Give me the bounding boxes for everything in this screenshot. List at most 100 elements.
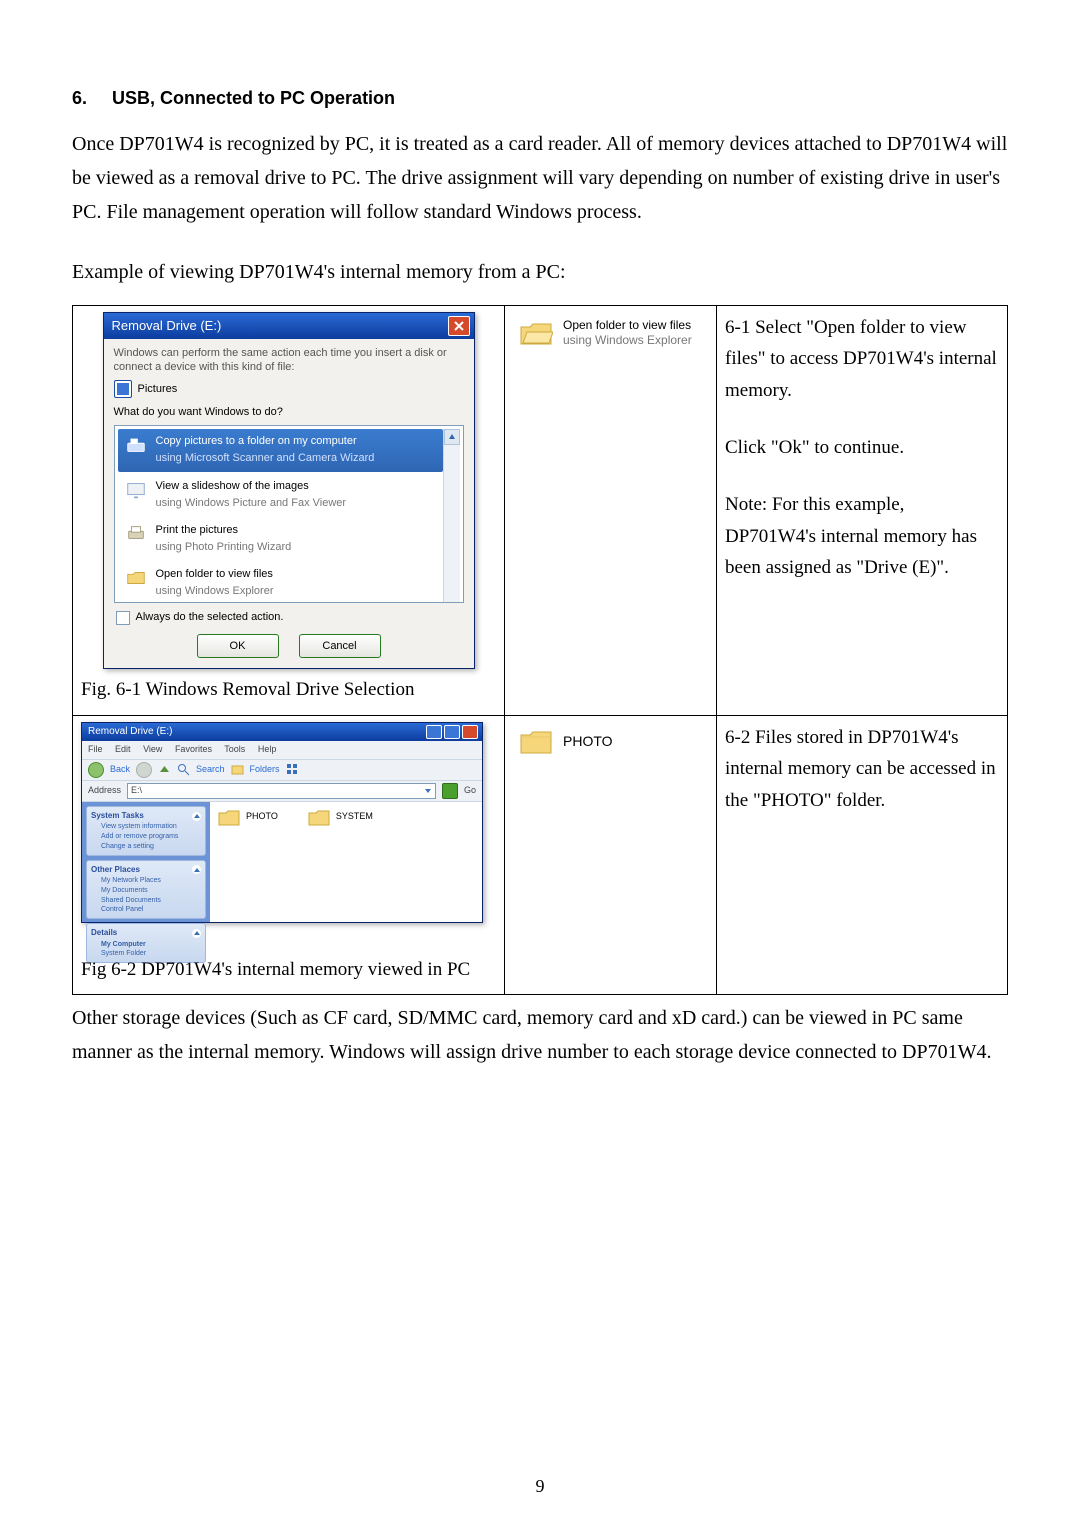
action-title: Open folder to view files: [156, 566, 274, 583]
section-number: 6.: [72, 85, 87, 113]
fig62-caption: Fig 6-2 DP701W4's internal memory viewed…: [81, 955, 496, 984]
step-6-1-p2: Click "Ok" to continue.: [725, 432, 999, 463]
close-button[interactable]: [462, 725, 478, 739]
panel-system-tasks: System Tasks View system information Add…: [86, 806, 206, 856]
content-folder-system[interactable]: SYSTEM: [308, 808, 373, 826]
cancel-label: Cancel: [322, 638, 356, 655]
go-label: Go: [464, 784, 476, 798]
page-number: 9: [0, 1473, 1080, 1501]
paragraph-intro: Once DP701W4 is recognized by PC, it is …: [72, 127, 1008, 229]
chevron-down-icon[interactable]: [424, 787, 432, 795]
action-copy-pictures[interactable]: Copy pictures to a folder on my computer…: [118, 429, 443, 471]
fig-6-2-cell: Removal Drive (E:) File Edit View Favori…: [73, 715, 505, 994]
ok-button[interactable]: OK: [197, 634, 279, 658]
explorer-titlebar: Removal Drive (E:): [82, 723, 482, 741]
fig-6-1-cell: Removal Drive (E:) Windows can perform t…: [73, 305, 505, 715]
address-label: Address: [88, 784, 121, 798]
maximize-button[interactable]: [444, 725, 460, 739]
autoplay-dialog: Removal Drive (E:) Windows can perform t…: [103, 312, 475, 670]
cancel-button[interactable]: Cancel: [299, 634, 381, 658]
close-icon: [454, 321, 464, 331]
paragraph-outro: Other storage devices (Such as CF card, …: [72, 1001, 1008, 1069]
folder-icon: [519, 728, 553, 756]
forward-button[interactable]: [136, 762, 152, 778]
slideshow-icon: [124, 478, 148, 502]
address-bar: Address E:\ Go: [82, 781, 482, 802]
open-folder-preview: Open folder to view files using Windows …: [519, 318, 708, 348]
folders-icon[interactable]: [231, 763, 244, 776]
printer-icon: [124, 522, 148, 546]
ok-label: OK: [230, 638, 246, 655]
list-scrollbar[interactable]: [443, 429, 460, 603]
panel-title: Other Places: [91, 864, 140, 876]
chevron-up-icon[interactable]: [192, 812, 201, 821]
step-6-2-p1: 6-2 Files stored in DP701W4's internal m…: [725, 722, 999, 816]
back-button[interactable]: [88, 762, 104, 778]
panel-title: Details: [91, 927, 117, 939]
close-button[interactable]: [448, 316, 470, 336]
chevron-up-icon[interactable]: [192, 929, 201, 938]
dialog-subtext: Windows can perform the same action each…: [114, 347, 464, 375]
menu-file[interactable]: File: [88, 744, 103, 754]
folder-icon: [308, 808, 330, 826]
address-field[interactable]: E:\: [127, 783, 436, 799]
back-label: Back: [110, 763, 130, 777]
panel-item[interactable]: Add or remove programs: [91, 832, 201, 842]
action-print-pictures[interactable]: Print the pictures using Photo Printing …: [118, 518, 443, 560]
menu-edit[interactable]: Edit: [115, 744, 131, 754]
scroll-up-icon[interactable]: [444, 429, 460, 445]
panel-title: System Tasks: [91, 810, 144, 822]
folder-icon: [218, 808, 240, 826]
action-sub: using Photo Printing Wizard: [156, 539, 292, 556]
checkbox[interactable]: [116, 611, 130, 625]
pictures-icon: [114, 380, 132, 398]
action-list: Copy pictures to a folder on my computer…: [114, 425, 464, 603]
explorer-menubar[interactable]: File Edit View Favorites Tools Help: [82, 741, 482, 760]
dialog-prompt: What do you want Windows to do?: [114, 404, 464, 421]
action-open-folder[interactable]: Open folder to view files using Windows …: [118, 562, 443, 604]
go-button[interactable]: [442, 783, 458, 799]
up-icon[interactable]: [158, 763, 171, 776]
section-title: USB, Connected to PC Operation: [112, 88, 395, 108]
search-label[interactable]: Search: [196, 763, 225, 777]
folder-label: SYSTEM: [336, 810, 373, 824]
panel-other-places: Other Places My Network Places My Docume…: [86, 860, 206, 920]
explorer-window: Removal Drive (E:) File Edit View Favori…: [81, 722, 483, 923]
panel-item[interactable]: My Network Places: [91, 876, 201, 886]
menu-favorites[interactable]: Favorites: [175, 744, 212, 754]
action-title: View a slideshow of the images: [156, 478, 347, 495]
fig61-caption: Fig. 6-1 Windows Removal Drive Selection: [81, 675, 496, 704]
panel-item[interactable]: Control Panel: [91, 905, 201, 915]
step-6-1-text: 6-1 Select "Open folder to view files" t…: [717, 305, 1008, 715]
c2-r2-label: PHOTO: [563, 733, 613, 751]
explorer-sidebar: System Tasks View system information Add…: [82, 802, 210, 922]
menu-view[interactable]: View: [143, 744, 162, 754]
folders-label[interactable]: Folders: [250, 763, 280, 777]
panel-item[interactable]: Shared Documents: [91, 896, 201, 906]
file-type-label: Pictures: [138, 381, 178, 398]
panel-item[interactable]: My Documents: [91, 886, 201, 896]
always-label: Always do the selected action.: [136, 609, 284, 626]
action-sub: using Windows Explorer: [156, 583, 274, 600]
content-folder-photo[interactable]: PHOTO: [218, 808, 278, 826]
views-icon[interactable]: [286, 763, 299, 776]
menu-tools[interactable]: Tools: [224, 744, 245, 754]
action-sub: using Microsoft Scanner and Camera Wizar…: [156, 450, 375, 467]
dialog-title: Removal Drive (E:): [112, 316, 222, 336]
search-icon[interactable]: [177, 763, 190, 776]
photo-folder-preview: PHOTO: [519, 728, 708, 756]
explorer-toolbar: Back Search Folders: [82, 760, 482, 781]
minimize-button[interactable]: [426, 725, 442, 739]
folder-open-icon: [124, 566, 148, 590]
panel-item[interactable]: View system information: [91, 822, 201, 832]
c2-r1-line2: using Windows Explorer: [563, 333, 692, 348]
panel-item[interactable]: Change a setting: [91, 842, 201, 852]
always-do-row[interactable]: Always do the selected action.: [116, 609, 464, 626]
step-6-2-text: 6-2 Files stored in DP701W4's internal m…: [717, 715, 1008, 994]
scanner-icon: [124, 433, 148, 457]
action-sub: using Windows Picture and Fax Viewer: [156, 495, 347, 512]
menu-help[interactable]: Help: [258, 744, 277, 754]
action-view-slideshow[interactable]: View a slideshow of the images using Win…: [118, 474, 443, 516]
chevron-up-icon[interactable]: [192, 865, 201, 874]
step-6-1-p3: Note: For this example, DP701W4's intern…: [725, 489, 999, 583]
